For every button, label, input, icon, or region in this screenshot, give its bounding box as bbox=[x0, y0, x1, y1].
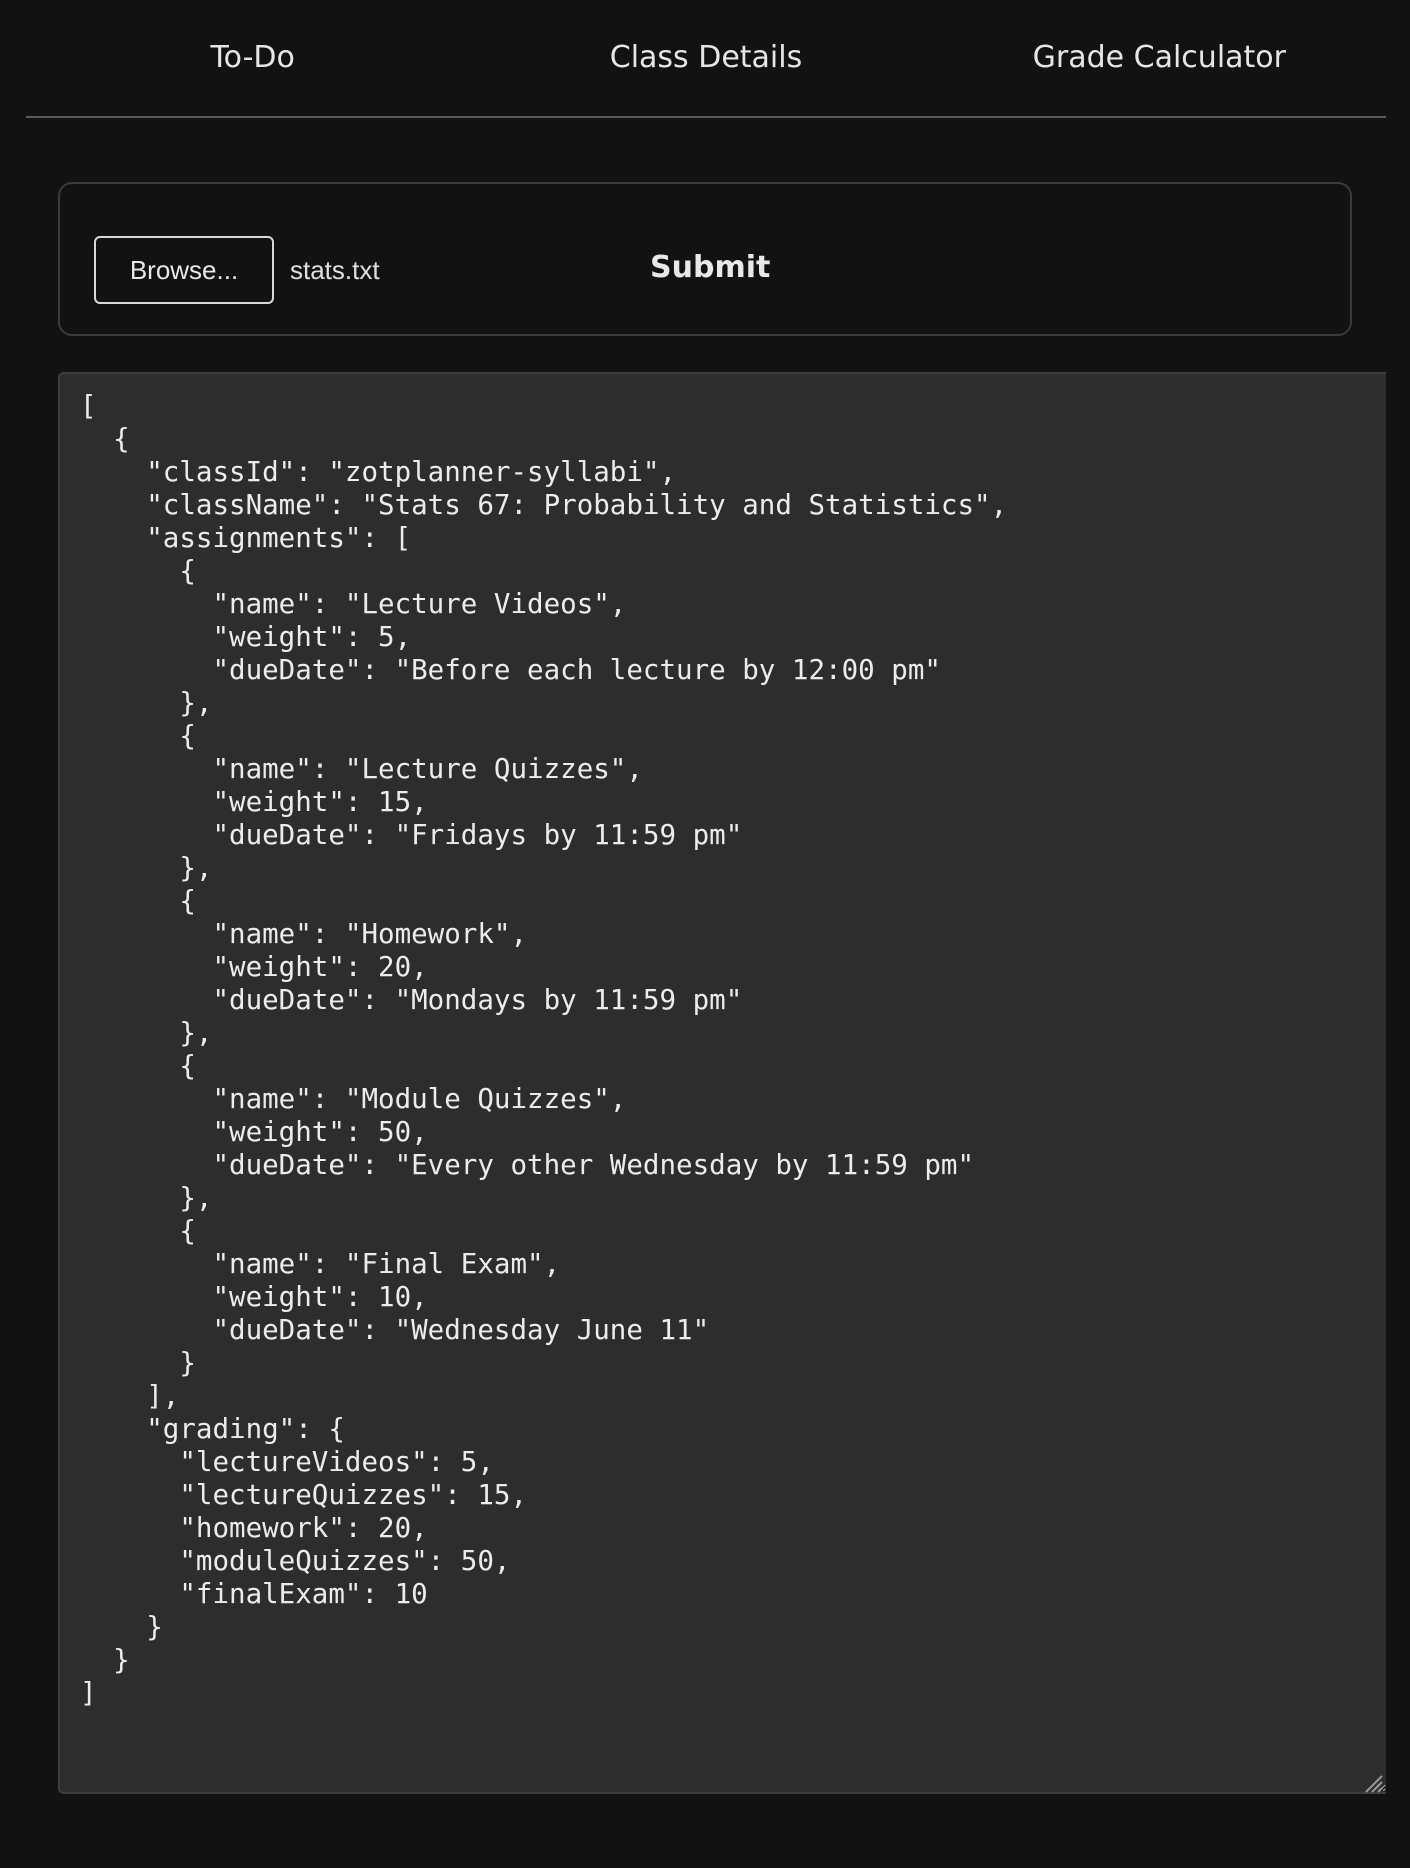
json-output-textarea[interactable]: [ { "classId": "zotplanner-syllabi", "cl… bbox=[58, 372, 1386, 1794]
selected-file-name: stats.txt bbox=[290, 255, 380, 285]
nav-tabs: To-Do Class Details Grade Calculator bbox=[26, 0, 1386, 118]
browse-button[interactable]: Browse... bbox=[94, 236, 274, 304]
tab-class-details[interactable]: Class Details bbox=[479, 0, 932, 116]
tab-to-do[interactable]: To-Do bbox=[26, 0, 479, 116]
submit-button[interactable]: Submit bbox=[630, 228, 790, 308]
resize-handle-icon[interactable] bbox=[1360, 1770, 1384, 1794]
upload-card: Browse... stats.txt Submit bbox=[58, 182, 1352, 336]
tab-grade-calculator[interactable]: Grade Calculator bbox=[933, 0, 1386, 116]
